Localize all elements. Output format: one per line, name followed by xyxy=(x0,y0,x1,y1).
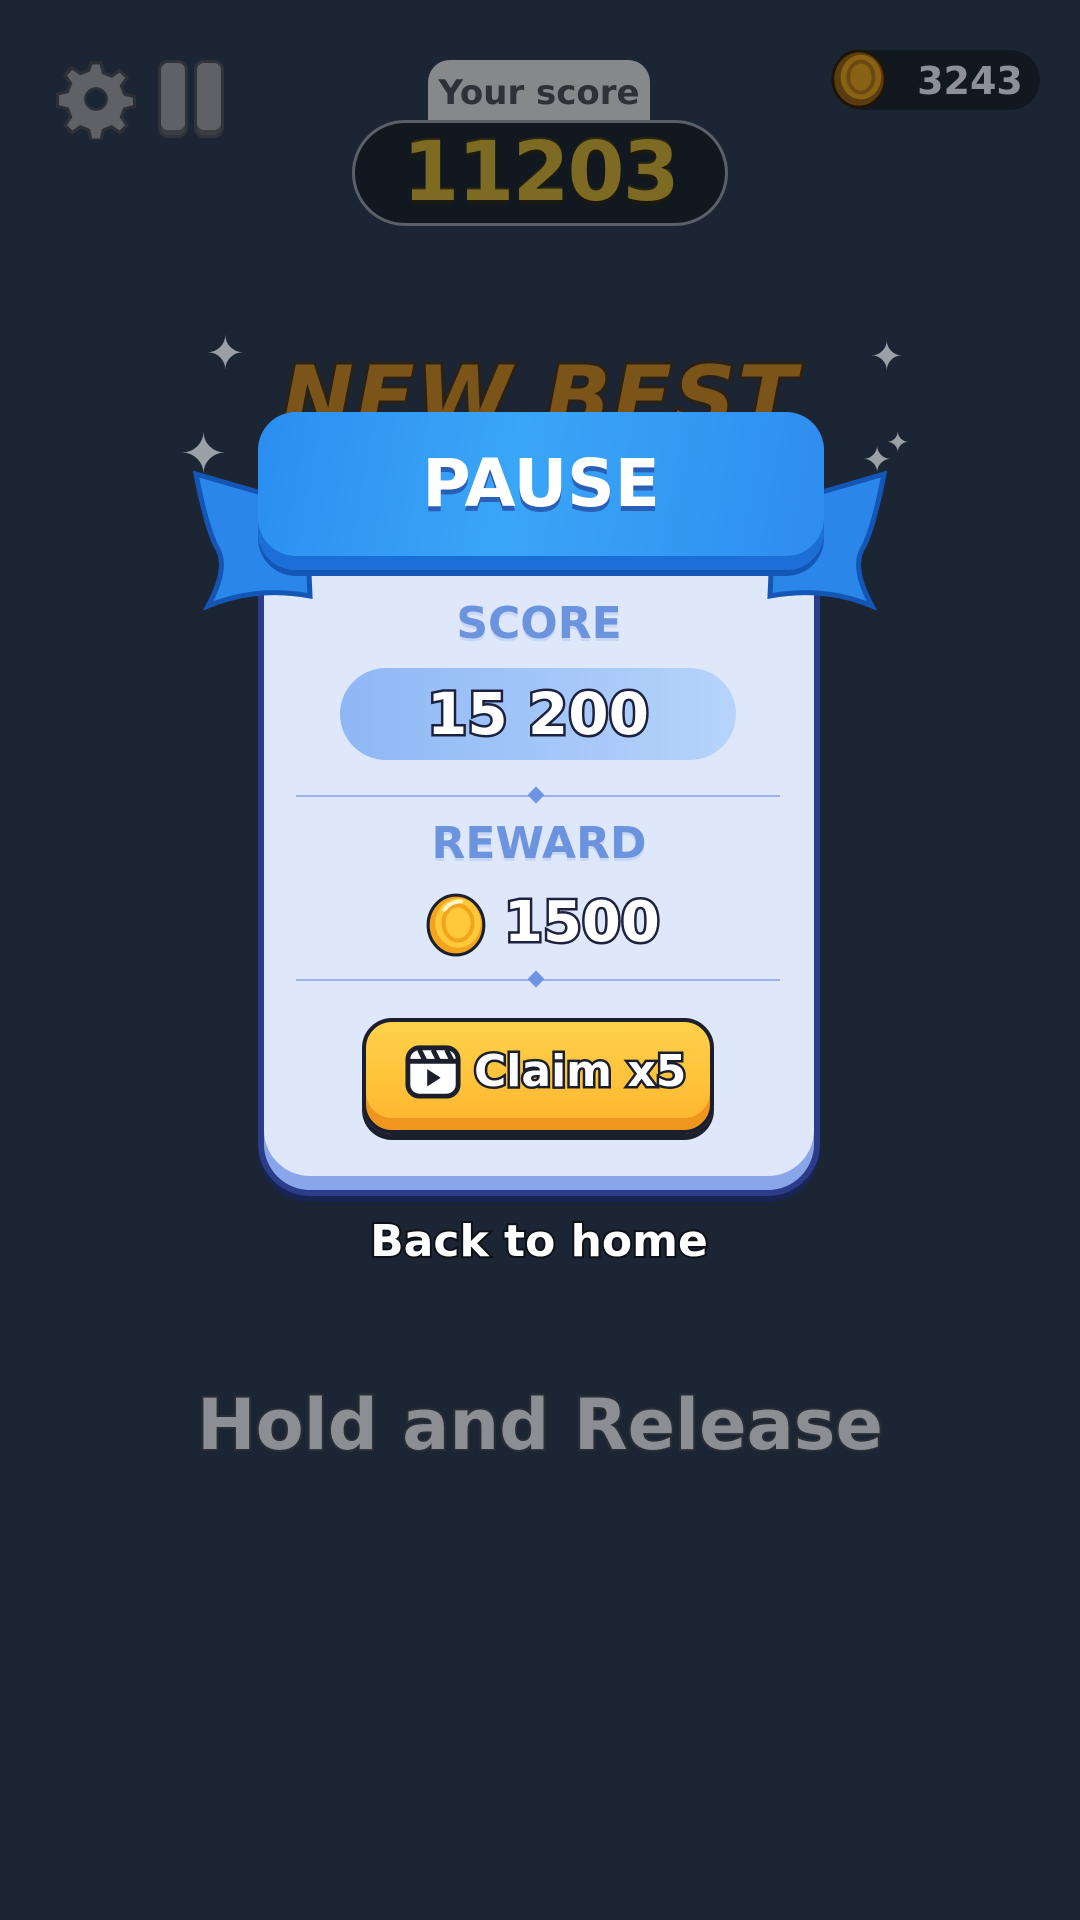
pause-title: PAUSE xyxy=(422,445,660,522)
claim-label: Claim x5 xyxy=(472,1044,689,1100)
pause-icon-bar-left xyxy=(158,60,188,138)
pause-button[interactable] xyxy=(158,60,224,138)
reward-label: REWARD xyxy=(431,818,647,869)
divider xyxy=(296,970,780,988)
pause-icon-bar-right xyxy=(194,60,224,138)
score-value: 15 200 xyxy=(340,668,736,760)
divider xyxy=(296,786,780,804)
coin-icon xyxy=(831,49,887,109)
back-to-home-link[interactable]: Back to home xyxy=(258,1210,820,1274)
reward-value: 1500 xyxy=(502,888,663,958)
current-score: 11203 xyxy=(352,120,728,226)
hold-and-release-hint: Hold and Release xyxy=(195,1382,885,1468)
settings-gear-icon[interactable] xyxy=(55,58,137,140)
score-label: SCORE xyxy=(456,598,622,649)
coin-icon xyxy=(426,893,486,957)
coin-count: 3243 xyxy=(917,59,1023,103)
video-play-icon xyxy=(405,1045,461,1099)
